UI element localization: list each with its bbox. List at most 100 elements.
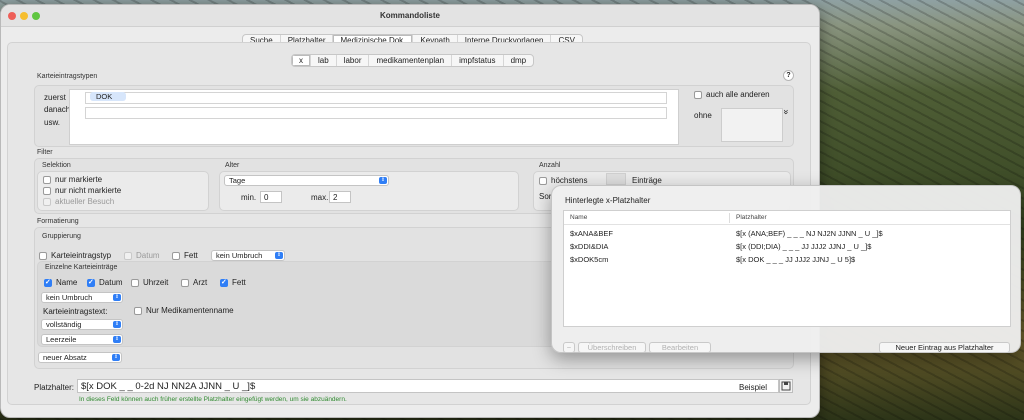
uhrzeit-label: Uhrzeit <box>143 278 169 287</box>
filter-heading: Filter <box>37 149 53 156</box>
updown-arrow-icon: ⇕ <box>113 336 121 343</box>
anzahl-field[interactable] <box>606 173 626 185</box>
nur-medikamentenname-label: Nur Medikamentenname <box>146 306 234 315</box>
karteieintragstext-value: vollständig <box>46 320 82 329</box>
gruppierung-heading: Gruppierung <box>42 233 81 240</box>
token-dok[interactable]: DOK <box>90 92 127 101</box>
updown-arrow-icon: ⇕ <box>112 354 120 361</box>
subtab-lab[interactable]: lab <box>311 55 337 66</box>
window-title: Kommandoliste <box>379 11 440 20</box>
row-name: $xANA&BEF <box>570 229 613 238</box>
column-divider <box>729 213 730 223</box>
selektion-heading: Selektion <box>42 162 71 169</box>
arzt-checkbox[interactable] <box>181 279 189 287</box>
name-checkbox[interactable] <box>44 278 52 287</box>
label-usw: usw. <box>44 118 61 127</box>
sortierung-label: Sor <box>539 192 552 201</box>
hoechstens-label: höchstens <box>551 176 588 185</box>
nur-markierte-checkbox[interactable] <box>43 176 51 184</box>
einzelne-heading: Einzelne Karteieinträge <box>45 264 118 271</box>
subtab-medikamentenplan[interactable]: medikamentenplan <box>369 55 453 66</box>
subtab-x[interactable]: x <box>292 55 311 66</box>
max-label: max. <box>311 193 329 202</box>
min-label: min. <box>241 193 257 202</box>
zeile-popup[interactable]: Leerzeile ⇕ <box>41 334 123 345</box>
row-name: $xDOK5cm <box>570 255 609 264</box>
hoechstens-checkbox[interactable] <box>539 177 547 185</box>
hinterlegte-platzhalter-popover: Hinterlegte x-Platzhalter Name Platzhalt… <box>551 185 1021 353</box>
types-token-area[interactable]: DOK <box>69 89 679 145</box>
label-zuerst: zuerst <box>44 93 66 102</box>
row-name: $xDDI&DIA <box>570 242 609 251</box>
updown-arrow-icon: ⇕ <box>113 294 121 301</box>
datum-label: Datum <box>99 278 123 287</box>
karteieintragstext-popup[interactable]: vollständig ⇕ <box>41 319 123 330</box>
auch-alle-anderen-checkbox[interactable] <box>694 91 702 99</box>
alter-unit-value: Tage <box>229 176 246 185</box>
nur-markierte-label: nur markierte <box>55 175 103 184</box>
aktueller-besuch-checkbox[interactable] <box>43 198 51 206</box>
alter-unit-popup[interactable]: Tage ⇕ <box>224 175 389 186</box>
eintraege-label: Einträge <box>632 176 662 185</box>
zuerst-token-field[interactable] <box>85 92 667 104</box>
gruppierung-datum-checkbox[interactable] <box>124 252 132 260</box>
einzelne-umbruch-popup[interactable]: kein Umbruch ⇕ <box>41 292 123 303</box>
anzahl-heading: Anzahl <box>539 162 561 169</box>
max-field[interactable]: 2 <box>329 191 351 203</box>
row-value: $[x (ANA;BEF) _ _ _ NJ NJ2N JJNN _ U _]$ <box>736 229 883 238</box>
remove-entry-button[interactable]: − <box>563 342 575 353</box>
fett-label: Fett <box>232 278 246 287</box>
nur-nicht-markierte-label: nur nicht markierte <box>55 186 122 195</box>
aktueller-besuch-label: aktueller Besuch <box>55 197 115 206</box>
zeile-value: Leerzeile <box>46 335 77 344</box>
gruppierung-umbruch-value: kein Umbruch <box>216 251 263 260</box>
fett-checkbox[interactable] <box>220 278 228 287</box>
uhrzeit-checkbox[interactable] <box>131 279 139 287</box>
nur-medikamentenname-checkbox[interactable] <box>134 307 142 315</box>
beispiel-button[interactable]: Beispiel <box>739 383 767 392</box>
einzelne-umbruch-value: kein Umbruch <box>46 293 93 302</box>
nur-nicht-markierte-checkbox[interactable] <box>43 187 51 195</box>
absatz-value: neuer Absatz <box>43 353 87 362</box>
absatz-popup[interactable]: neuer Absatz ⇕ <box>38 352 122 363</box>
danach-token-field[interactable] <box>85 107 667 119</box>
neuer-eintrag-button[interactable]: Neuer Eintrag aus Platzhalter <box>879 342 1010 353</box>
platzhalter-label: Platzhalter: <box>34 383 75 392</box>
row-value: $[x DOK _ _ _ JJ JJJ2 JJNJ _ U 5]$ <box>736 255 856 264</box>
sub-tab-bar: x lab labor medikamentenplan impfstatus … <box>291 54 535 67</box>
expand-chevron-icon[interactable]: » <box>782 109 792 114</box>
title-bar: Kommandoliste <box>1 5 819 27</box>
gruppierung-datum-label: Datum <box>136 251 160 260</box>
platzhalter-table: Name Platzhalter $xANA&BEF $[x (ANA;BEF)… <box>563 210 1011 327</box>
arzt-label: Arzt <box>193 278 208 287</box>
datum-checkbox[interactable] <box>87 278 95 287</box>
subtab-impfstatus[interactable]: impfstatus <box>452 55 504 66</box>
table-row[interactable]: $xDOK5cm $[x DOK _ _ _ JJ JJJ2 JJNJ _ U … <box>564 254 1010 266</box>
platzhalter-hint: In dieses Feld können auch früher erstel… <box>79 396 347 403</box>
table-row[interactable]: $xANA&BEF $[x (ANA;BEF) _ _ _ NJ NJ2N JJ… <box>564 228 1010 240</box>
subtab-dmp[interactable]: dmp <box>504 55 534 66</box>
name-label: Name <box>56 278 78 287</box>
gruppierung-fett-checkbox[interactable] <box>172 252 180 260</box>
column-header-platzhalter[interactable]: Platzhalter <box>736 214 767 221</box>
min-field[interactable]: 0 <box>260 191 282 203</box>
column-header-name[interactable]: Name <box>570 214 587 221</box>
help-button[interactable]: ? <box>783 70 794 81</box>
label-danach: danach <box>44 105 71 114</box>
alter-heading: Alter <box>225 162 240 169</box>
table-row[interactable]: $xDDI&DIA $[x (DDI;DIA) _ _ _ JJ JJJ2 JJ… <box>564 241 1010 253</box>
gruppierung-umbruch-popup[interactable]: kein Umbruch ⇕ <box>211 250 285 261</box>
save-icon[interactable] <box>779 379 793 393</box>
row-value: $[x (DDI;DIA) _ _ _ JJ JJJ2 JJNJ _ U _]$ <box>736 242 872 251</box>
subtab-labor[interactable]: labor <box>337 55 370 66</box>
updown-arrow-icon: ⇕ <box>113 321 121 328</box>
ohne-list[interactable] <box>721 108 783 142</box>
bearbeiten-button[interactable]: Bearbeiten <box>649 342 711 353</box>
karteieintragstypen-heading: Karteieintragstypen <box>37 73 98 80</box>
karteieintragstyp-checkbox[interactable] <box>39 252 47 260</box>
platzhalter-field[interactable]: $[x DOK _ _ 0-2d NJ NN2A JJNN _ U _]$ <box>77 379 779 393</box>
formatierung-heading: Formatierung <box>37 218 79 225</box>
header-divider <box>564 224 1010 225</box>
ueberschreiben-button[interactable]: Überschreiben <box>578 342 646 353</box>
popover-title: Hinterlegte x-Platzhalter <box>565 196 651 205</box>
